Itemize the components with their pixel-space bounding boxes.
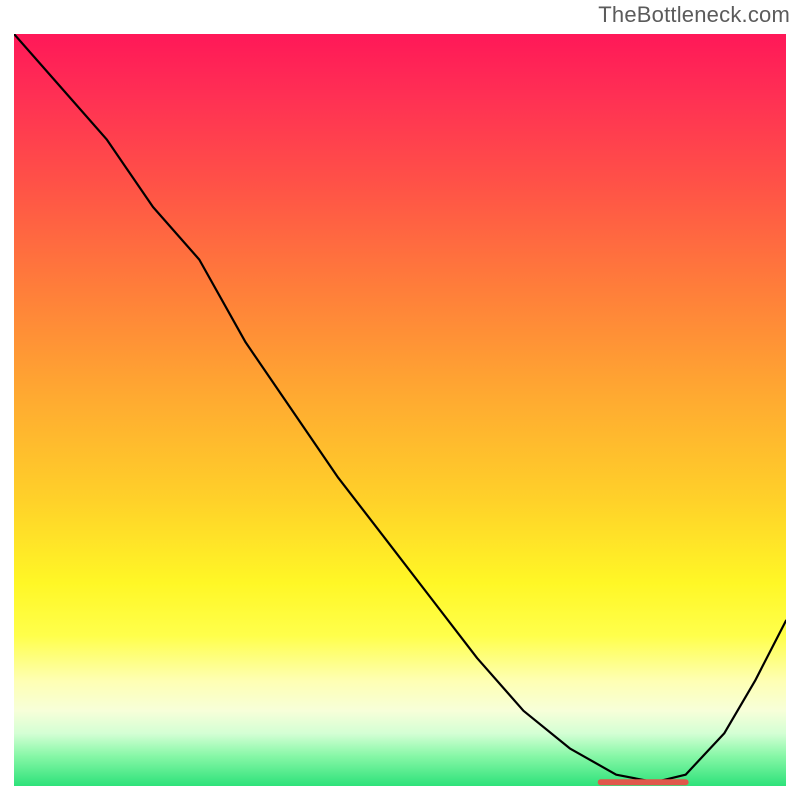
bottleneck-curve xyxy=(14,34,786,782)
attribution-text: TheBottleneck.com xyxy=(598,2,790,28)
chart-svg xyxy=(14,34,786,786)
chart-container: { "attribution": "TheBottleneck.com", "c… xyxy=(0,0,800,800)
plot-area xyxy=(14,34,786,786)
